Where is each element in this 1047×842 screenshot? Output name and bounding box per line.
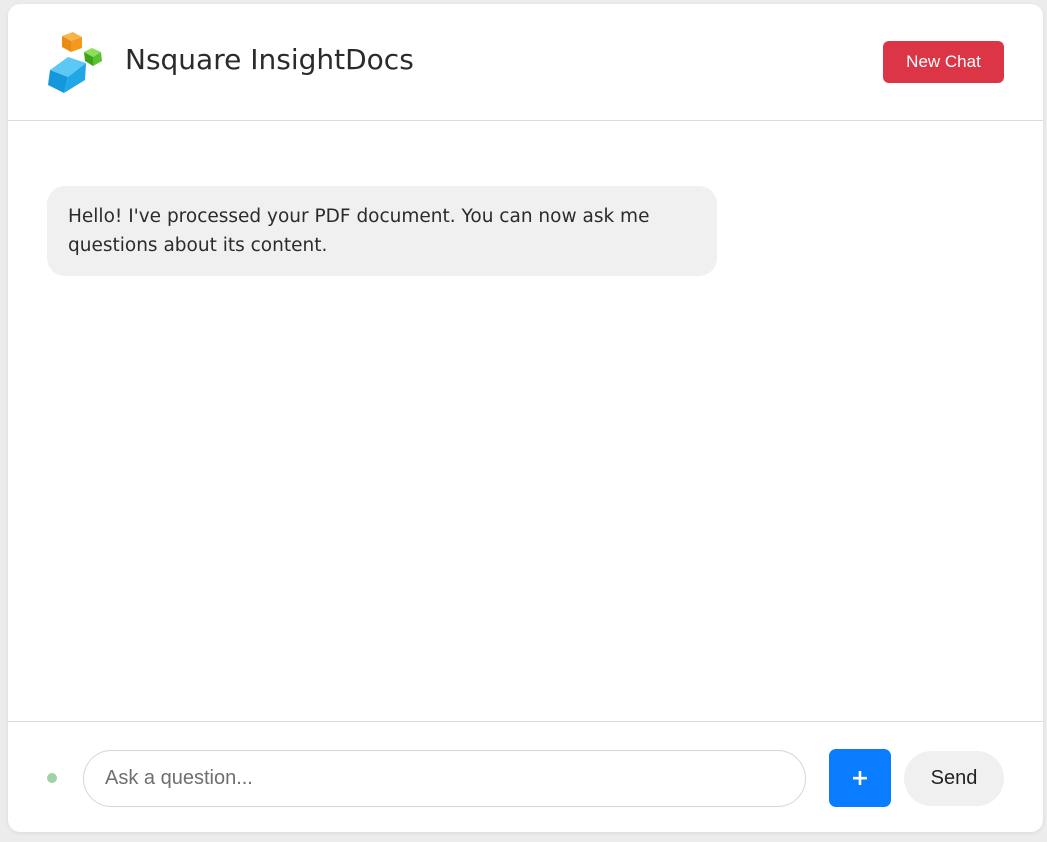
- connection-status-indicator: [47, 773, 57, 783]
- assistant-message-bubble: Hello! I've processed your PDF document.…: [47, 186, 717, 276]
- message-list: Hello! I've processed your PDF document.…: [8, 121, 1043, 721]
- attach-button[interactable]: +: [829, 749, 891, 807]
- composer-bar: + Send: [8, 721, 1043, 832]
- chat-app-window: Nsquare InsightDocs New Chat Hello! I've…: [8, 4, 1043, 832]
- app-title: Nsquare InsightDocs: [125, 43, 414, 76]
- stacked-cubes-logo-icon: [48, 32, 102, 93]
- question-input[interactable]: [83, 750, 806, 807]
- plus-icon: +: [850, 765, 870, 791]
- new-chat-button[interactable]: New Chat: [883, 41, 1004, 83]
- send-button[interactable]: Send: [904, 751, 1004, 806]
- app-header: Nsquare InsightDocs New Chat: [8, 4, 1043, 121]
